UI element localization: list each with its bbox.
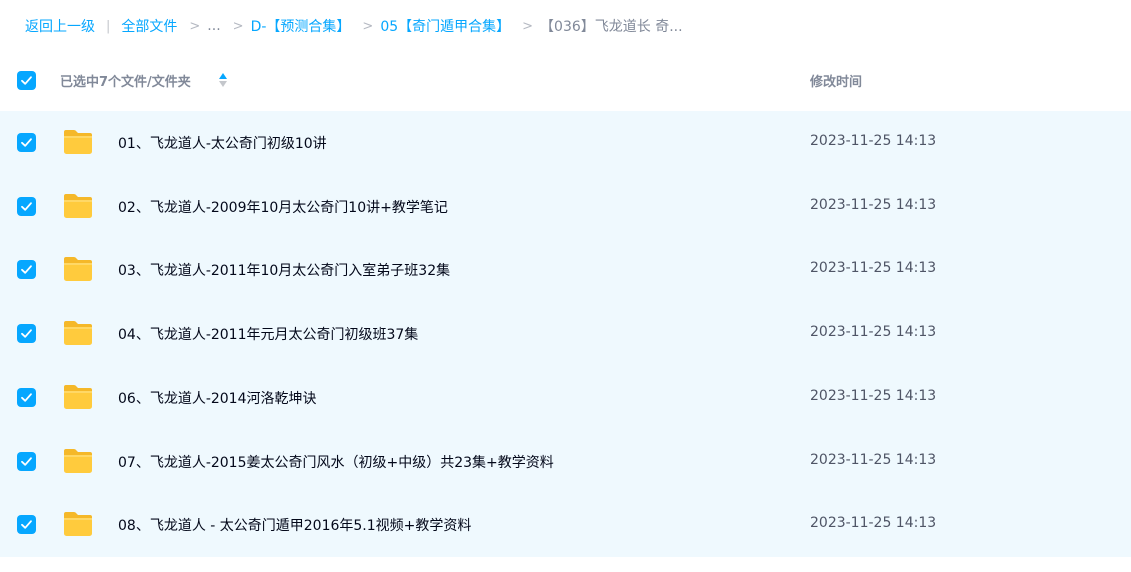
file-modified-time: 2023-11-25 14:13 (810, 196, 937, 213)
back-link[interactable]: 返回上一级 (25, 16, 95, 36)
file-modified-time: 2023-11-25 14:13 (810, 515, 937, 532)
list-header: 已选中7个文件/文件夹 修改时间 (0, 56, 1131, 104)
file-row[interactable]: 02、飞龙道人-2009年10月太公奇门10讲+教学笔记 2023-11-25 … (0, 175, 1131, 239)
checkmark-icon (21, 329, 32, 338)
row-checkbox[interactable] (17, 515, 36, 535)
file-name[interactable]: 03、飞龙道人-2011年10月太公奇门入室弟子班32集 (118, 260, 450, 280)
checkmark-icon (21, 138, 32, 147)
modified-time-header[interactable]: 修改时间 (810, 71, 862, 90)
file-name[interactable]: 08、飞龙道人 - 太公奇门遁甲2016年5.1视频+教学资料 (118, 515, 471, 535)
file-modified-time: 2023-11-25 14:13 (810, 451, 937, 468)
file-row[interactable]: 04、飞龙道人-2011年元月太公奇门初级班37集 2023-11-25 14:… (0, 302, 1131, 366)
row-checkbox[interactable] (17, 451, 36, 471)
folder-icon (64, 448, 92, 473)
chevron-right-icon: > (522, 18, 534, 34)
row-checkbox[interactable] (17, 260, 36, 280)
row-checkbox[interactable] (17, 133, 36, 152)
folder-icon (64, 321, 92, 346)
checkmark-icon (21, 265, 32, 275)
chevron-right-icon: > (232, 18, 244, 34)
checkmark-icon (21, 520, 32, 529)
file-name[interactable]: 02、飞龙道人-2009年10月太公奇门10讲+教学笔记 (118, 197, 448, 217)
row-checkbox[interactable] (17, 387, 36, 407)
breadcrumb: 返回上一级 | 全部文件 > ... > D-【预测合集】 > 05【奇门遁甲合… (25, 14, 683, 38)
checkmark-icon (21, 456, 32, 466)
file-name[interactable]: 01、飞龙道人-太公奇门初级10讲 (118, 133, 327, 153)
chevron-right-icon: > (362, 18, 374, 34)
folder-icon (64, 512, 92, 537)
checkmark-icon (21, 76, 32, 85)
breadcrumb-crumb2[interactable]: 05【奇门遁甲合集】 (380, 16, 510, 36)
file-name[interactable]: 04、飞龙道人-2011年元月太公奇门初级班37集 (118, 324, 418, 344)
file-modified-time: 2023-11-25 14:13 (810, 260, 937, 277)
file-modified-time: 2023-11-25 14:13 (810, 133, 937, 149)
checkmark-icon (21, 393, 32, 402)
breadcrumb-current: 【036】飞龙道长 奇... (540, 19, 683, 35)
selection-count-label: 已选中7个文件/文件夹 (60, 75, 191, 90)
row-checkbox[interactable] (17, 196, 36, 216)
folder-icon (64, 130, 92, 154)
folder-icon (64, 193, 92, 218)
breadcrumb-crumb1[interactable]: D-【预测合集】 (251, 16, 351, 36)
file-modified-time: 2023-11-25 14:13 (810, 324, 937, 341)
breadcrumb-divider: | (106, 18, 111, 34)
chevron-right-icon: > (189, 18, 201, 34)
file-row[interactable]: 06、飞龙道人-2014河洛乾坤诀 2023-11-25 14:13 (0, 366, 1131, 430)
checkmark-icon (21, 201, 32, 211)
file-row[interactable]: 01、飞龙道人-太公奇门初级10讲 2023-11-25 14:13 (0, 111, 1131, 175)
file-modified-time: 2023-11-25 14:13 (810, 387, 937, 404)
file-row[interactable]: 07、飞龙道人-2015姜太公奇门风水（初级+中级）共23集+教学资料 2023… (0, 430, 1131, 494)
select-all-checkbox[interactable] (17, 71, 36, 90)
file-name[interactable]: 06、飞龙道人-2014河洛乾坤诀 (118, 388, 317, 408)
sort-icon[interactable] (218, 72, 228, 88)
folder-icon (64, 257, 92, 282)
file-name[interactable]: 07、飞龙道人-2015姜太公奇门风水（初级+中级）共23集+教学资料 (118, 452, 554, 472)
file-row[interactable]: 03、飞龙道人-2011年10月太公奇门入室弟子班32集 2023-11-25 … (0, 238, 1131, 302)
breadcrumb-all-files[interactable]: 全部文件 (121, 16, 177, 36)
folder-icon (64, 384, 92, 409)
breadcrumb-ellipsis[interactable]: ... (207, 18, 220, 34)
file-row[interactable]: 08、飞龙道人 - 太公奇门遁甲2016年5.1视频+教学资料 2023-11-… (0, 493, 1131, 557)
row-checkbox[interactable] (17, 324, 36, 344)
file-list: 01、飞龙道人-太公奇门初级10讲 2023-11-25 14:13 02、飞龙… (0, 111, 1131, 557)
